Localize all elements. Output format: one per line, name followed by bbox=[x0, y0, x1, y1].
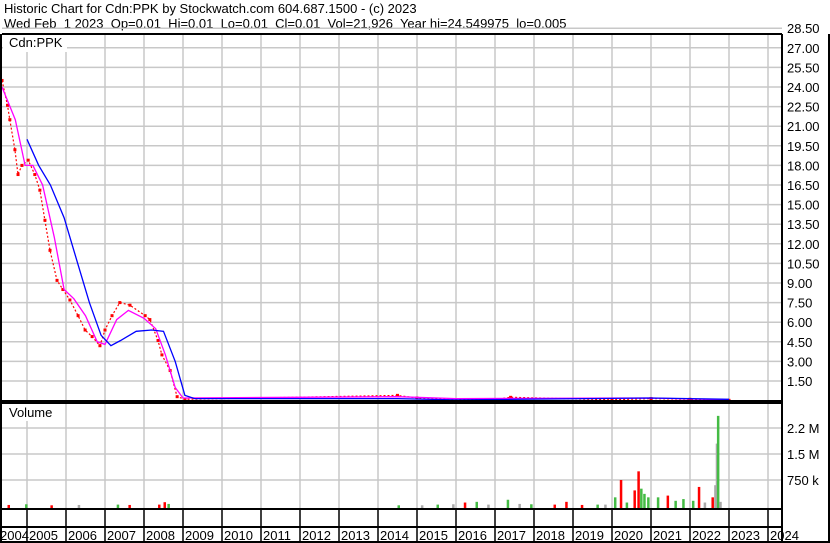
volume-bar bbox=[647, 497, 650, 509]
price-tick-label: 7.50 bbox=[787, 296, 812, 311]
year-label: 2004 bbox=[0, 528, 29, 543]
volume-bar bbox=[711, 497, 714, 509]
year-label: 2024 bbox=[770, 528, 799, 543]
price-panel-label: Cdn:PPK bbox=[9, 35, 63, 50]
price-tick-label: 12.00 bbox=[787, 237, 820, 252]
year-label: 2016 bbox=[458, 528, 487, 543]
price-tick-label: 21.00 bbox=[787, 119, 820, 134]
year-label: 2019 bbox=[575, 528, 604, 543]
price-tick-label: 13.50 bbox=[787, 217, 820, 232]
price-tick-label: 28.50 bbox=[787, 21, 820, 36]
historic-chart: 1.50 3.00 4.50 6.00 7.50 9.00 10.50 12.00 13.50 1… bbox=[0, 21, 830, 543]
price-tick-label: 22.50 bbox=[787, 100, 820, 115]
volume-tick-label: 1.5 M bbox=[787, 447, 820, 462]
volume-bar bbox=[506, 499, 510, 509]
volume-panel-label: Volume bbox=[9, 405, 52, 420]
price-tick-label: 9.00 bbox=[787, 276, 812, 291]
year-label: 2013 bbox=[341, 528, 370, 543]
year-label: 2015 bbox=[419, 528, 448, 543]
price-tick-label: 15.00 bbox=[787, 198, 820, 213]
year-label: 2007 bbox=[107, 528, 136, 543]
year-label: 2022 bbox=[692, 528, 721, 543]
volume-bar bbox=[719, 501, 722, 509]
price-tick-label: 24.00 bbox=[787, 80, 820, 95]
price-tick-label: 16.50 bbox=[787, 178, 820, 193]
volume-bar bbox=[656, 497, 660, 509]
price-tick-label: 27.00 bbox=[787, 41, 820, 56]
volume-bar bbox=[565, 501, 568, 509]
year-label: 2017 bbox=[497, 528, 526, 543]
volume-bar bbox=[682, 499, 685, 509]
price-tick-label: 18.00 bbox=[787, 158, 820, 173]
year-label: 2006 bbox=[68, 528, 97, 543]
year-label: 2021 bbox=[653, 528, 682, 543]
volume-bar bbox=[633, 490, 636, 509]
year-label: 2008 bbox=[146, 528, 175, 543]
year-label: 2012 bbox=[302, 528, 331, 543]
year-label: 2023 bbox=[731, 528, 760, 543]
volume-bar bbox=[716, 415, 720, 509]
year-label: 2018 bbox=[536, 528, 565, 543]
year-label: 2014 bbox=[380, 528, 409, 543]
price-tick-label: 6.00 bbox=[787, 315, 812, 330]
year-label: 2005 bbox=[29, 528, 58, 543]
price-tick-label: 19.50 bbox=[787, 139, 820, 154]
volume-bar bbox=[637, 471, 640, 509]
price-tick-label: 3.00 bbox=[787, 354, 812, 369]
price-tick-label: 10.50 bbox=[787, 256, 820, 271]
price-tick-label: 1.50 bbox=[787, 374, 812, 389]
volume-bar bbox=[619, 480, 623, 509]
volume-tick-label: 2.2 M bbox=[787, 421, 820, 436]
volume-bar bbox=[640, 488, 643, 509]
price-tick-label: 4.50 bbox=[787, 335, 812, 350]
volume-bar bbox=[666, 495, 670, 509]
volume-bar bbox=[643, 493, 646, 509]
volume-tick-label: 750 k bbox=[787, 473, 819, 488]
price-tick-label: 25.50 bbox=[787, 60, 820, 75]
year-label: 2010 bbox=[224, 528, 253, 543]
volume-bar bbox=[475, 501, 478, 509]
volume-bar bbox=[691, 500, 695, 509]
plot-background bbox=[2, 34, 782, 509]
volume-bar bbox=[697, 486, 701, 509]
year-label: 2020 bbox=[614, 528, 643, 543]
volume-bar bbox=[674, 500, 677, 509]
year-label: 2011 bbox=[263, 528, 291, 543]
volume-bar bbox=[163, 502, 166, 509]
volume-bar bbox=[613, 497, 617, 509]
year-label: 2009 bbox=[185, 528, 214, 543]
